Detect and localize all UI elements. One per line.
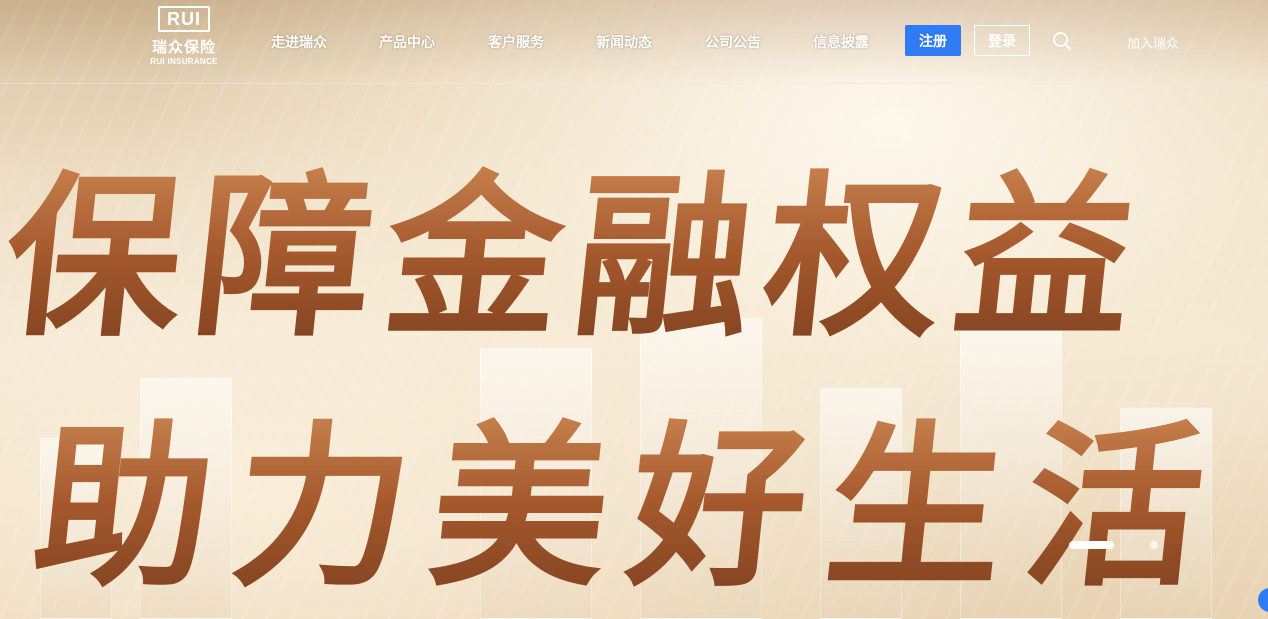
nav-item-announcements[interactable]: 公司公告 [705,32,761,52]
home-page: RUI 瑞众保险 RUI INSURANCE 走进瑞众 产品中心 客户服务 新闻… [0,0,1268,619]
nav-item-disclosure[interactable]: 信息披露 [813,32,869,52]
logo-mark: RUI [158,6,210,32]
nav-item-news[interactable]: 新闻动态 [596,32,652,52]
join-us-link[interactable]: 加入瑞众 [1127,33,1179,52]
logo-name-en: RUI INSURANCE [150,57,218,66]
top-navigation-bar: RUI 瑞众保险 RUI INSURANCE 走进瑞众 产品中心 客户服务 新闻… [0,0,1268,84]
nav-item-customer-service[interactable]: 客户服务 [488,32,544,52]
brand-logo[interactable]: RUI 瑞众保险 RUI INSURANCE [146,6,222,68]
logo-name-cn: 瑞众保险 [151,38,216,56]
register-button[interactable]: 注册 [905,25,961,56]
carousel-indicator[interactable] [1150,541,1158,549]
search-icon[interactable] [1052,31,1072,51]
login-button[interactable]: 登录 [974,25,1030,56]
nav-item-about[interactable]: 走进瑞众 [271,32,327,52]
slogan-line-1: 保障金融权益 [0,115,1161,370]
nav-item-products[interactable]: 产品中心 [379,32,435,52]
slogan-line-2: 助力美好生活 [25,365,1240,619]
carousel-indicator-active[interactable] [1069,541,1114,549]
